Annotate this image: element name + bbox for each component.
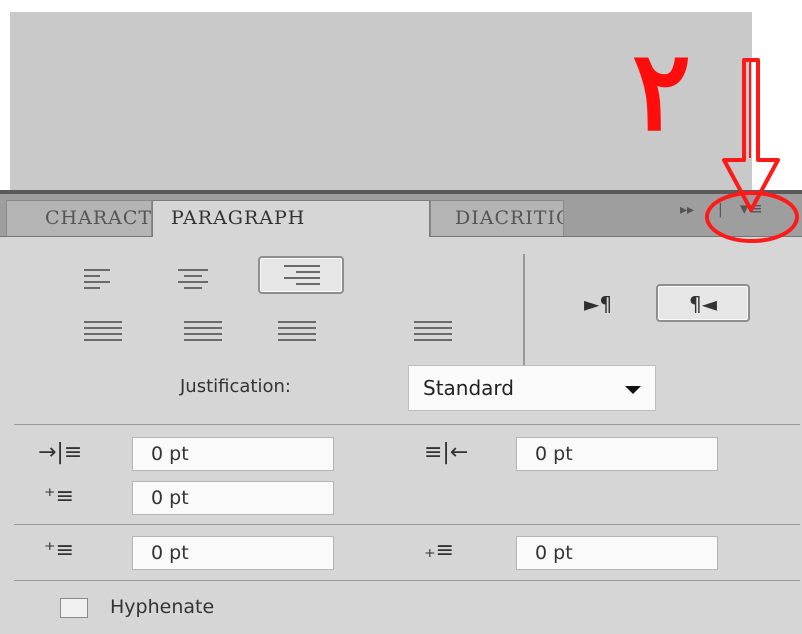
align-left-icon[interactable] — [84, 266, 110, 292]
hyphenate-checkbox[interactable] — [60, 598, 88, 618]
divider-2 — [14, 524, 800, 525]
chevron-down-icon[interactable] — [625, 386, 641, 394]
left-indent-field[interactable]: 0 pt — [132, 437, 334, 471]
right-indent-field[interactable]: 0 pt — [516, 437, 718, 471]
annotation-circle-icon — [705, 191, 799, 243]
right-indent-icon: ≡|← — [424, 440, 469, 465]
expand-panels-icon[interactable]: ▸▸ — [680, 202, 694, 218]
justification-label: Justification: — [180, 376, 291, 397]
left-to-right-icon[interactable]: ►¶ — [584, 292, 612, 316]
space-before-icon: ⁺≡ — [44, 538, 75, 563]
divider-1 — [14, 424, 800, 425]
align-right-icon[interactable] — [258, 256, 344, 294]
space-after-field[interactable]: 0 pt — [516, 536, 718, 570]
justify-last-right-icon[interactable] — [278, 318, 316, 344]
right-to-left-icon[interactable]: ¶◄ — [656, 284, 750, 322]
hyphenate-label: Hyphenate — [110, 596, 215, 618]
tab-paragraph[interactable]: PARAGRAPH — [152, 200, 430, 237]
justify-all-icon[interactable] — [414, 318, 452, 344]
first-line-indent-field[interactable]: 0 pt — [132, 481, 334, 515]
tab-bar: CHARACTER PARAGRAPH DIACRITICS ▸▸ | ▾≡ — [0, 194, 802, 237]
divider-3 — [14, 580, 800, 581]
alignment-divider — [523, 254, 525, 374]
tab-character[interactable]: CHARACTER — [6, 200, 152, 236]
first-line-indent-icon: ⁺≡ — [44, 484, 75, 509]
canvas-area: ٢ — [0, 0, 802, 192]
justification-select[interactable]: Standard — [408, 365, 656, 411]
justify-last-left-icon[interactable] — [84, 318, 122, 344]
space-before-field[interactable]: 0 pt — [132, 536, 334, 570]
justify-last-center-icon[interactable] — [184, 318, 222, 344]
space-after-icon: ₊≡ — [424, 538, 455, 563]
tab-diacritics[interactable]: DIACRITICS — [430, 200, 564, 236]
align-center-icon[interactable] — [178, 266, 208, 292]
left-indent-icon: →|≡ — [38, 440, 83, 465]
annotation-number: ٢ — [632, 26, 692, 155]
justification-value: Standard — [423, 376, 514, 400]
